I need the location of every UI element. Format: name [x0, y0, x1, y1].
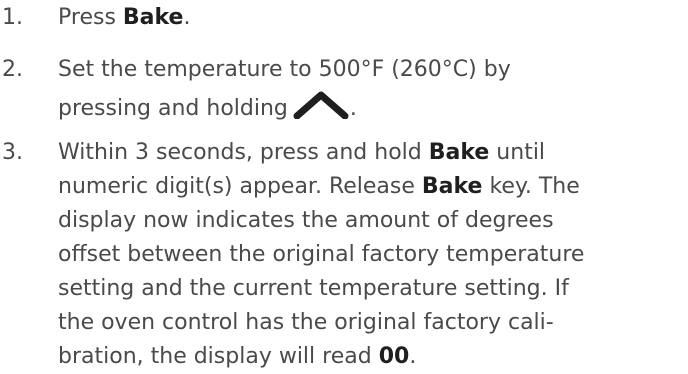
text-span: pressing and holding	[58, 96, 288, 121]
text-span: bration, the display will read	[58, 344, 379, 369]
step-line: the oven control has the original factor…	[58, 310, 554, 335]
step-line: offset between the original factory temp…	[58, 242, 585, 267]
text-span: .	[409, 344, 417, 369]
step-line: display now indicates the amount of degr…	[58, 208, 554, 233]
step-line: bration, the display will read 00.	[58, 340, 688, 374]
text-span: .	[183, 5, 191, 30]
instruction-list: 1. Press Bake. 2. Set the temperature to…	[0, 0, 688, 369]
step-text: Set the temperature to 500°F (260°C) by …	[58, 53, 688, 125]
step-line: Within 3 seconds, press and hold Bake un…	[58, 136, 688, 170]
text-span: Within 3 seconds, press and hold	[58, 140, 429, 165]
step-number: 3.	[2, 140, 23, 165]
step-text: Press Bake.	[58, 1, 688, 35]
bold-term: Bake	[421, 174, 483, 199]
bold-term: Bake	[428, 140, 490, 165]
step-line: numeric digit(s) appear. Release Bake ke…	[58, 170, 688, 204]
up-arrow-icon	[293, 91, 349, 119]
step-line: Press Bake.	[58, 1, 688, 35]
step-text: Within 3 seconds, press and hold Bake un…	[58, 136, 688, 374]
bold-term: Bake	[122, 5, 184, 30]
step-number: 1.	[2, 5, 23, 30]
step-number: 2.	[2, 57, 23, 82]
text-span: until	[489, 140, 546, 165]
bold-term: 00	[378, 344, 410, 369]
text-span: Press	[58, 5, 123, 30]
text-span: numeric digit(s) appear. Release	[58, 174, 422, 199]
step-line: Set the temperature to 500°F (260°C) by	[58, 57, 511, 82]
step-line: pressing and holding.	[58, 91, 688, 125]
step-line: setting and the current temperature sett…	[58, 276, 569, 301]
text-span: .	[349, 96, 357, 121]
text-span: key. The	[482, 174, 580, 199]
